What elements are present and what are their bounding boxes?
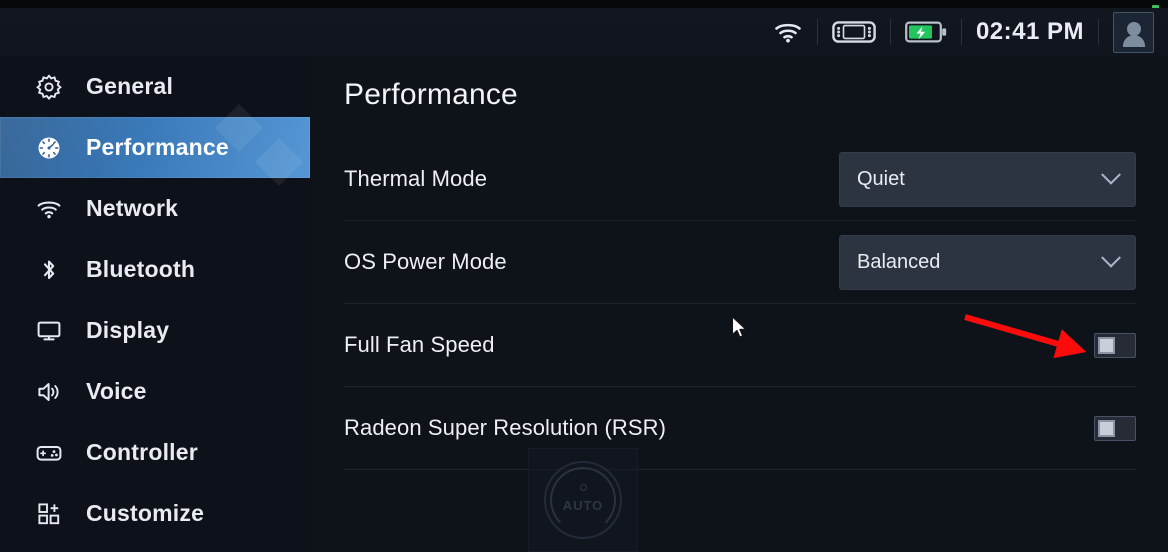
toggle-knob bbox=[1098, 419, 1115, 437]
full-fan-speed-toggle[interactable] bbox=[1094, 332, 1136, 358]
status-divider bbox=[1098, 19, 1099, 45]
top-black-strip bbox=[0, 0, 1168, 8]
sidebar-item-label: Voice bbox=[86, 378, 147, 404]
sidebar-item-performance[interactable]: Performance bbox=[0, 103, 310, 187]
status-divider bbox=[889, 19, 891, 45]
mouse-cursor bbox=[731, 316, 747, 338]
status-divider bbox=[816, 19, 818, 45]
grid-plus-icon bbox=[36, 501, 62, 527]
avatar[interactable] bbox=[1113, 11, 1154, 53]
speaker-icon bbox=[36, 379, 62, 405]
setting-label: Full Fan Speed bbox=[344, 332, 495, 357]
setting-label: Thermal Mode bbox=[344, 166, 488, 191]
rsr-toggle[interactable] bbox=[1094, 415, 1136, 441]
sidebar-item-label: Controller bbox=[86, 439, 198, 465]
setting-label: Radeon Super Resolution (RSR) bbox=[344, 415, 667, 440]
sidebar-item-network[interactable]: Network bbox=[0, 178, 310, 239]
monitor-icon bbox=[36, 318, 62, 344]
sidebar-item-bluetooth[interactable]: Bluetooth bbox=[0, 239, 310, 300]
setting-row-os-power-mode: OS Power Mode Balanced bbox=[344, 221, 1136, 304]
setting-label: OS Power Mode bbox=[344, 249, 507, 274]
os-power-mode-dropdown[interactable]: Balanced bbox=[839, 234, 1136, 290]
setting-row-thermal-mode: Thermal Mode Quiet bbox=[344, 138, 1136, 221]
sidebar-item-label: Customize bbox=[86, 500, 205, 526]
handheld-device-icon[interactable] bbox=[832, 19, 876, 45]
sidebar-item-voice[interactable]: Voice bbox=[0, 361, 310, 422]
auto-dial-overlay: AUTO bbox=[528, 448, 638, 552]
sidebar-item-label: Network bbox=[86, 195, 179, 221]
settings-list: Thermal Mode Quiet OS Power Mode Balance… bbox=[344, 138, 1136, 470]
dropdown-value: Balanced bbox=[857, 250, 941, 273]
bluetooth-icon bbox=[36, 257, 62, 283]
toggle-knob bbox=[1098, 336, 1115, 354]
wifi-icon bbox=[36, 196, 62, 222]
settings-screen: 02:41 PM General Performance Network Blu… bbox=[0, 0, 1168, 552]
sidebar-item-controller[interactable]: Controller bbox=[0, 422, 310, 483]
thermal-mode-dropdown[interactable]: Quiet bbox=[839, 151, 1136, 207]
sidebar-item-customize[interactable]: Customize bbox=[0, 483, 310, 544]
main-content: Performance Thermal Mode Quiet OS Power … bbox=[310, 56, 1168, 552]
status-divider bbox=[960, 19, 962, 45]
page-title: Performance bbox=[344, 78, 518, 111]
avatar-body bbox=[1122, 34, 1145, 47]
chevron-down-icon bbox=[1101, 164, 1121, 185]
status-bar: 02:41 PM bbox=[0, 8, 1168, 56]
wifi-icon[interactable] bbox=[773, 20, 803, 44]
sidebar-item-label: General bbox=[86, 73, 174, 99]
auto-dial-icon: AUTO bbox=[544, 461, 622, 539]
gear-icon bbox=[36, 73, 62, 100]
battery-charging-icon[interactable] bbox=[905, 20, 947, 44]
setting-row-rsr: Radeon Super Resolution (RSR) bbox=[344, 387, 1136, 470]
dial-label: AUTO bbox=[562, 497, 604, 513]
clock-time: 02:41 PM bbox=[975, 18, 1084, 45]
chevron-down-icon bbox=[1101, 247, 1121, 268]
gauge-icon bbox=[36, 135, 62, 161]
avatar-head bbox=[1126, 21, 1141, 36]
dial-dot bbox=[579, 484, 587, 492]
sidebar-nav: General Performance Network Bluetooth Di… bbox=[0, 56, 310, 552]
gamepad-icon bbox=[36, 440, 62, 466]
sidebar-item-label: Performance bbox=[86, 134, 229, 160]
sidebar-item-label: Display bbox=[86, 317, 170, 343]
sidebar-item-general[interactable]: General bbox=[0, 56, 310, 117]
dropdown-value: Quiet bbox=[857, 167, 905, 190]
sidebar-item-label: Bluetooth bbox=[86, 256, 196, 282]
sidebar-item-display[interactable]: Display bbox=[0, 300, 310, 361]
